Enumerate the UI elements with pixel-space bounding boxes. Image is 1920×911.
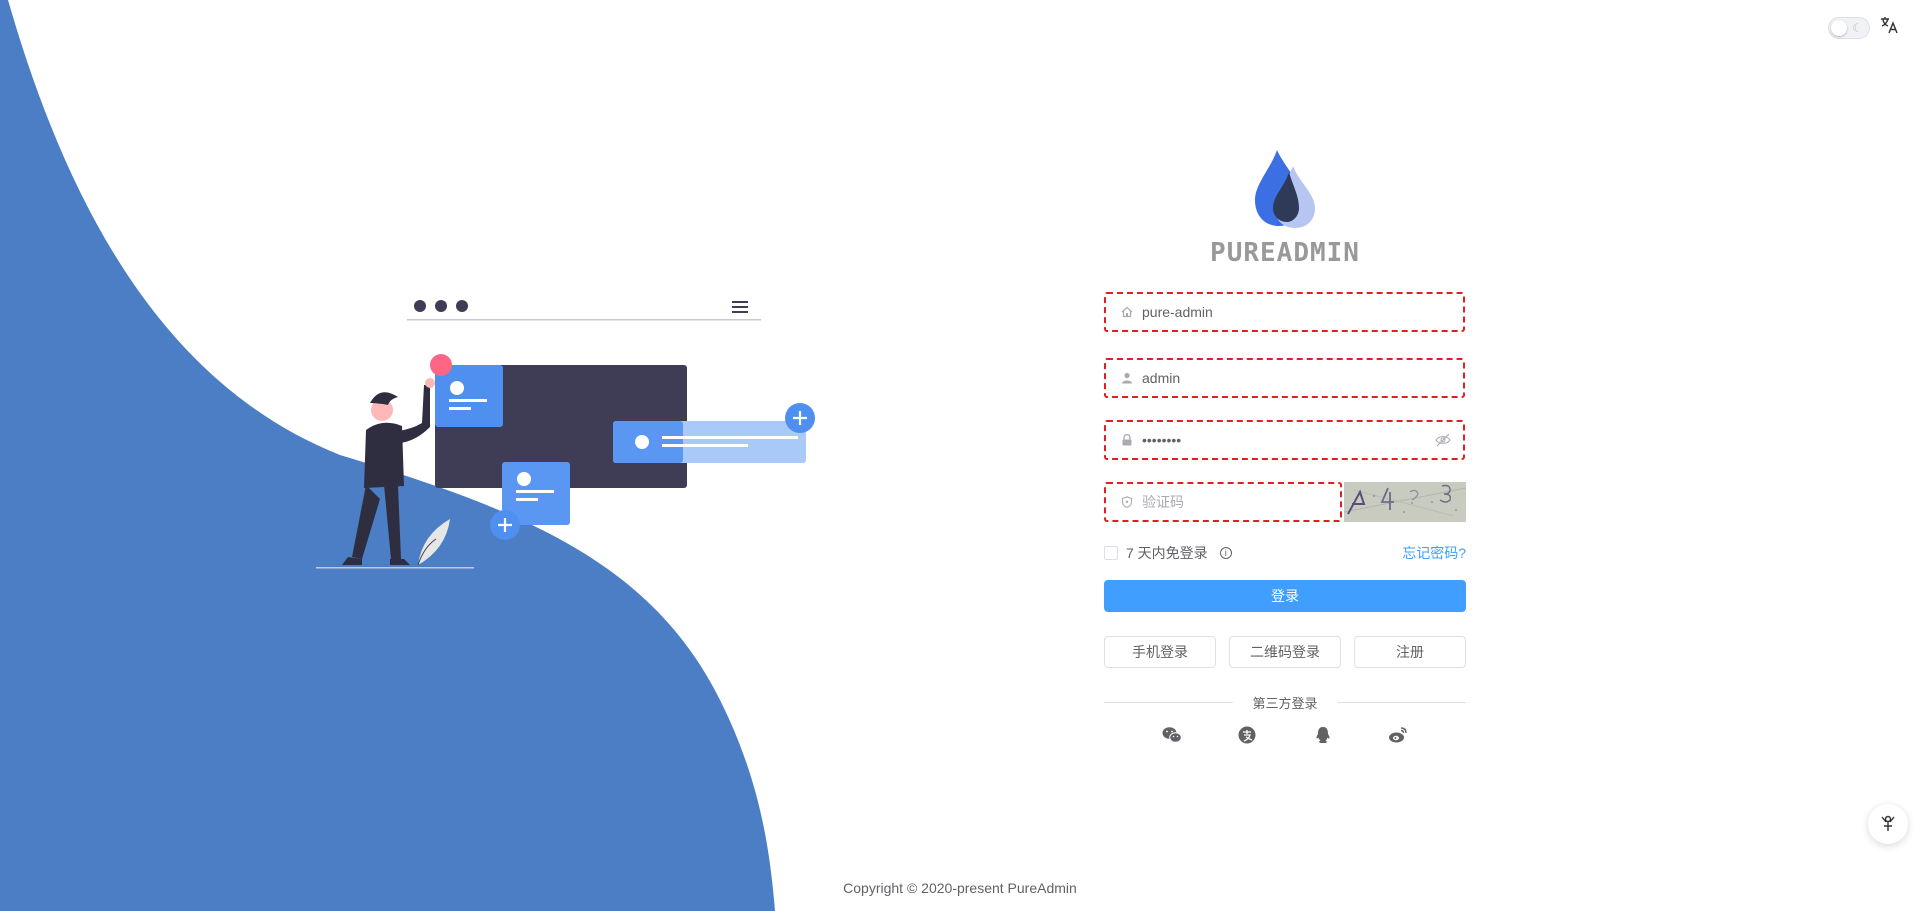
checkbox-box <box>1104 546 1118 560</box>
wechat-icon[interactable] <box>1161 724 1183 746</box>
remember-checkbox[interactable]: 7 天内免登录 i <box>1104 543 1232 563</box>
tool-icon <box>1881 815 1895 831</box>
password-value: •••••••• <box>1142 432 1182 448</box>
username-input[interactable]: admin <box>1104 358 1465 398</box>
phone-login-button[interactable]: 手机登录 <box>1104 636 1216 668</box>
qq-icon[interactable] <box>1312 724 1334 746</box>
login-illustration <box>316 300 815 569</box>
username-value: admin <box>1142 370 1181 386</box>
lock-icon <box>1120 433 1134 447</box>
weibo-icon[interactable] <box>1387 724 1409 746</box>
password-input[interactable]: •••••••• <box>1104 420 1465 460</box>
divider-line-right <box>1337 701 1467 703</box>
login-form: pure-admin admin •••••••• 验证码 7 天内免登录 i … <box>1104 0 1467 911</box>
captcha-input[interactable]: 验证码 <box>1104 482 1342 522</box>
moon-icon: ☾ <box>1852 21 1863 35</box>
forgot-password-link[interactable]: 忘记密码? <box>1402 543 1466 563</box>
remember-label: 7 天内免登录 <box>1126 545 1208 561</box>
captcha-placeholder: 验证码 <box>1142 494 1184 510</box>
shield-icon <box>1120 495 1134 509</box>
settings-float-button[interactable] <box>1868 804 1908 844</box>
tenant-input[interactable]: pure-admin <box>1104 292 1465 332</box>
eye-hidden-icon[interactable] <box>1435 433 1451 452</box>
login-options-row: 7 天内免登录 i 忘记密码? <box>1104 543 1466 563</box>
switch-knob <box>1831 20 1847 36</box>
background-wave <box>0 0 775 911</box>
third-party-divider: 第三方登录 <box>1104 692 1467 712</box>
user-icon <box>1120 371 1134 385</box>
third-party-label: 第三方登录 <box>1252 695 1318 711</box>
third-party-icons <box>1104 724 1466 746</box>
captcha-image[interactable] <box>1344 482 1466 522</box>
alt-login-buttons: 手机登录 二维码登录 注册 <box>1104 636 1466 668</box>
copyright-footer: Copyright © 2020-present PureAdmin <box>843 880 1077 896</box>
tenant-value: pure-admin <box>1142 304 1213 320</box>
alipay-icon[interactable] <box>1236 724 1258 746</box>
dark-mode-switch[interactable]: ☾ <box>1828 17 1870 39</box>
login-button[interactable]: 登录 <box>1104 580 1466 612</box>
register-button[interactable]: 注册 <box>1354 636 1466 668</box>
divider-line-left <box>1104 701 1233 703</box>
qrcode-login-button[interactable]: 二维码登录 <box>1229 636 1341 668</box>
house-icon <box>1120 305 1134 319</box>
top-right-controls: ☾ <box>1828 16 1898 40</box>
info-icon: i <box>1219 547 1232 559</box>
translate-icon[interactable] <box>1880 16 1898 40</box>
